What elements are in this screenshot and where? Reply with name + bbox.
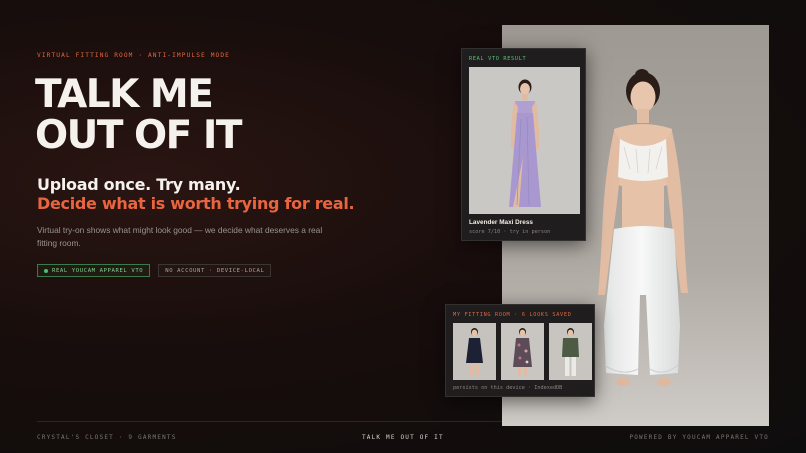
saved-look-thumbnail[interactable]	[501, 323, 544, 380]
lavender-dress-icon	[469, 67, 580, 214]
hero-description: Virtual try-on shows what might look goo…	[37, 225, 323, 248]
hero-title-line2: OUT OF IT	[35, 113, 243, 158]
floral-dress-look-icon	[501, 323, 544, 380]
saved-look-thumbnail[interactable]	[453, 323, 496, 380]
green-jacket-look-icon	[549, 323, 592, 380]
footer-brand[interactable]: TALK ME OUT OF IT	[362, 434, 444, 441]
saved-look-thumbnail[interactable]	[549, 323, 592, 380]
subtitle-accent: Decide what is worth trying for real.	[37, 194, 355, 213]
vto-result-image	[469, 67, 580, 214]
vto-result-label: REAL VTO RESULT	[469, 56, 527, 62]
fitting-room-note: persists on this device · IndexedDB	[453, 385, 563, 391]
vto-result-card[interactable]: REAL VTO RESULT Lavender Maxi Dress scor…	[461, 48, 586, 241]
navy-dress-look-icon	[453, 323, 496, 380]
hero-title-line1: TALK ME	[35, 72, 214, 117]
eyebrow-label: VIRTUAL FITTING ROOM · ANTI-IMPULSE MODE	[37, 52, 231, 59]
hero-title: TALK ME OUT OF IT	[35, 72, 243, 158]
fitting-room-label: MY FITTING ROOM · 6 LOOKS SAVED	[453, 312, 572, 318]
vto-score-text: score 7/10 · try in person	[469, 229, 551, 235]
footer-divider	[37, 421, 502, 422]
subtitle-primary: Upload once. Try many.	[37, 175, 241, 194]
badge-row: REAL YOUCAM APPAREL VTO NO ACCOUNT · DEV…	[37, 264, 272, 277]
device-local-badge-label: NO ACCOUNT · DEVICE-LOCAL	[165, 267, 265, 274]
device-local-badge: NO ACCOUNT · DEVICE-LOCAL	[158, 264, 272, 277]
fitting-room-card[interactable]: MY FITTING ROOM · 6 LOOKS SAVED persists…	[445, 304, 595, 397]
footer-powered-by: POWERED BY YOUCAM APPAREL VTO	[629, 434, 769, 441]
vto-badge-label: REAL YOUCAM APPAREL VTO	[52, 267, 144, 274]
fitting-room-thumbnails	[453, 323, 592, 380]
footer-closet-info: CRYSTAL'S CLOSET · 9 GARMENTS	[37, 434, 177, 441]
status-dot-icon	[44, 268, 48, 273]
vto-badge: REAL YOUCAM APPAREL VTO	[37, 264, 151, 277]
vto-item-name: Lavender Maxi Dress	[469, 219, 533, 226]
